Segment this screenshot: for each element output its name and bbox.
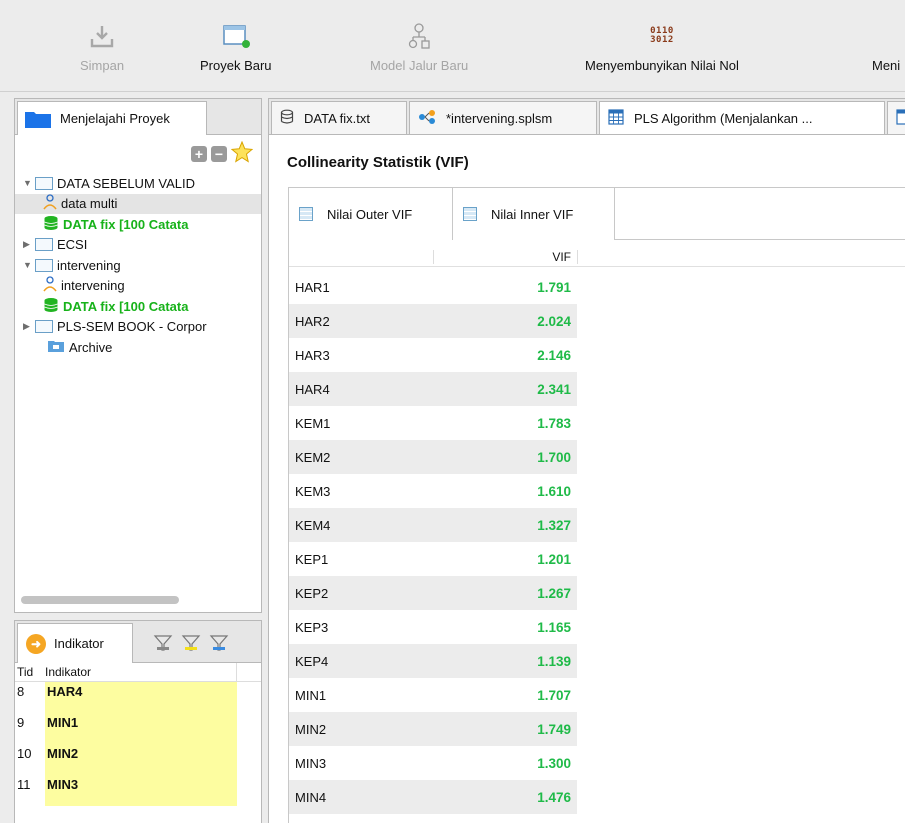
project-explorer-panel: Menjelajahi Proyek + − ▼ DATA SEBELUM VA… xyxy=(14,98,262,613)
explorer-tools: + − xyxy=(191,140,254,166)
expanded-triangle-icon[interactable]: ▼ xyxy=(23,178,33,188)
page-title: Collinearity Statistik (VIF) xyxy=(287,154,469,171)
table-row[interactable]: KEP1 1.201 xyxy=(289,542,905,576)
filter-icon[interactable] xyxy=(153,633,173,656)
tree-item-project[interactable]: ▼ DATA SEBELUM VALID xyxy=(15,173,261,194)
tab-outer-vif[interactable]: Nilai Outer VIF xyxy=(289,188,453,240)
model-icon xyxy=(43,276,57,295)
tree-item-archive[interactable]: Archive xyxy=(15,337,261,358)
archive-icon xyxy=(47,339,65,356)
table-icon xyxy=(463,207,477,221)
tab-pls-algorithm[interactable]: PLS Algorithm (Menjalankan ... xyxy=(599,101,885,134)
tree-item-model[interactable]: intervening xyxy=(15,276,261,297)
table-row[interactable]: KEP3 1.165 xyxy=(289,610,905,644)
tree-item-data[interactable]: DATA fix [100 Catata xyxy=(15,214,261,235)
database-icon xyxy=(43,215,59,234)
table-row[interactable]: HAR1 1.791 xyxy=(289,270,905,304)
indicator-icon: ➜ xyxy=(26,633,46,654)
model-icon xyxy=(43,194,57,213)
filter-blue-icon[interactable] xyxy=(209,633,229,656)
database-icon xyxy=(280,109,294,128)
tab-project-explorer[interactable]: Menjelajahi Proyek xyxy=(17,101,207,135)
table-row[interactable]: KEP4 1.139 xyxy=(289,644,905,678)
project-icon xyxy=(35,176,53,190)
expand-all-icon[interactable]: + xyxy=(191,145,207,162)
collapsed-triangle-icon[interactable]: ▶ xyxy=(23,239,33,250)
table-icon xyxy=(299,207,313,221)
tab-inner-vif[interactable]: Nilai Inner VIF xyxy=(453,188,615,240)
tree-item-project[interactable]: ▶ ECSI xyxy=(15,235,261,256)
horizontal-scrollbar[interactable] xyxy=(21,596,179,604)
new-path-model-button[interactable]: Model Jalur Baru xyxy=(370,20,468,82)
collapse-all-icon[interactable]: − xyxy=(211,145,227,162)
new-project-icon xyxy=(221,20,251,52)
indicator-table-header: Tid Indikator xyxy=(15,662,261,682)
tree-item-project[interactable]: ▼ intervening xyxy=(15,255,261,276)
table-row[interactable]: KEM2 1.700 xyxy=(289,440,905,474)
star-icon[interactable] xyxy=(230,140,254,166)
table-row[interactable]: MIN3 1.300 xyxy=(289,746,905,780)
project-icon xyxy=(35,238,53,252)
tab-overflow[interactable] xyxy=(887,101,905,134)
indicator-row[interactable]: 8 HAR4 xyxy=(15,682,261,713)
binary-icon: 0110 3012 xyxy=(650,26,674,45)
hide-zero-values-button[interactable]: 0110 3012 Menyembunyikan Nilai Nol xyxy=(585,20,739,82)
tab-indicators[interactable]: ➜ Indikator xyxy=(17,623,133,663)
table-header: VIF xyxy=(289,247,905,267)
table-row[interactable]: KEP2 1.267 xyxy=(289,576,905,610)
path-model-icon xyxy=(407,20,431,52)
filter-yellow-icon[interactable] xyxy=(181,633,201,656)
table-row[interactable]: HAR3 2.146 xyxy=(289,338,905,372)
table-row[interactable]: KEM1 1.783 xyxy=(289,406,905,440)
project-icon xyxy=(35,258,53,272)
next-toolbar-button[interactable]: Meni xyxy=(872,20,900,82)
tree-item-model[interactable]: data multi xyxy=(15,193,261,214)
new-project-button[interactable]: Proyek Baru xyxy=(200,20,272,82)
table-row[interactable]: KEM4 1.327 xyxy=(289,508,905,542)
table-row[interactable]: HAR4 2.341 xyxy=(289,372,905,406)
vif-report: Nilai Outer VIF Nilai Inner VIF VIF HAR1… xyxy=(288,187,905,823)
report-table-icon xyxy=(896,109,905,128)
download-icon xyxy=(89,20,115,52)
tree-item-data[interactable]: DATA fix [100 Catata xyxy=(15,296,261,317)
table-row[interactable]: KEM3 1.610 xyxy=(289,474,905,508)
folder-icon xyxy=(24,109,52,129)
save-button[interactable]: Simpan xyxy=(80,20,124,82)
project-icon xyxy=(35,320,53,334)
path-model-icon xyxy=(418,109,438,128)
indicator-row[interactable]: 11 MIN3 xyxy=(15,775,261,806)
vif-table: HAR1 1.791 HAR2 2.024 HAR3 2.146 HAR4 2.341 … xyxy=(289,270,905,814)
tree-item-project[interactable]: ▶ PLS-SEM BOOK - Corpor xyxy=(15,317,261,338)
table-row[interactable]: MIN4 1.476 xyxy=(289,780,905,814)
tab-data-file[interactable]: DATA fix.txt xyxy=(271,101,407,134)
indicator-row[interactable]: 10 MIN2 xyxy=(15,744,261,775)
database-icon xyxy=(43,297,59,316)
collapsed-triangle-icon[interactable]: ▶ xyxy=(23,321,33,332)
tab-model-file[interactable]: *intervening.splsm xyxy=(409,101,597,134)
table-row[interactable]: MIN1 1.707 xyxy=(289,678,905,712)
table-row[interactable]: HAR2 2.024 xyxy=(289,304,905,338)
expanded-triangle-icon[interactable]: ▼ xyxy=(23,260,33,270)
toolbar: Simpan Proyek Baru Model Jalur Baru 0110… xyxy=(0,0,905,92)
editor-area: DATA fix.txt *intervening.splsm PLS Algo… xyxy=(268,98,905,823)
report-table-icon xyxy=(608,109,624,128)
project-tree: ▼ DATA SEBELUM VALID data multi DATA fix… xyxy=(15,173,261,358)
indicator-row[interactable]: 9 MIN1 xyxy=(15,713,261,744)
table-row[interactable]: MIN2 1.749 xyxy=(289,712,905,746)
indicator-panel: ➜ Indikator Tid Indikator 8 HAR4 9 MIN1 … xyxy=(14,620,262,823)
